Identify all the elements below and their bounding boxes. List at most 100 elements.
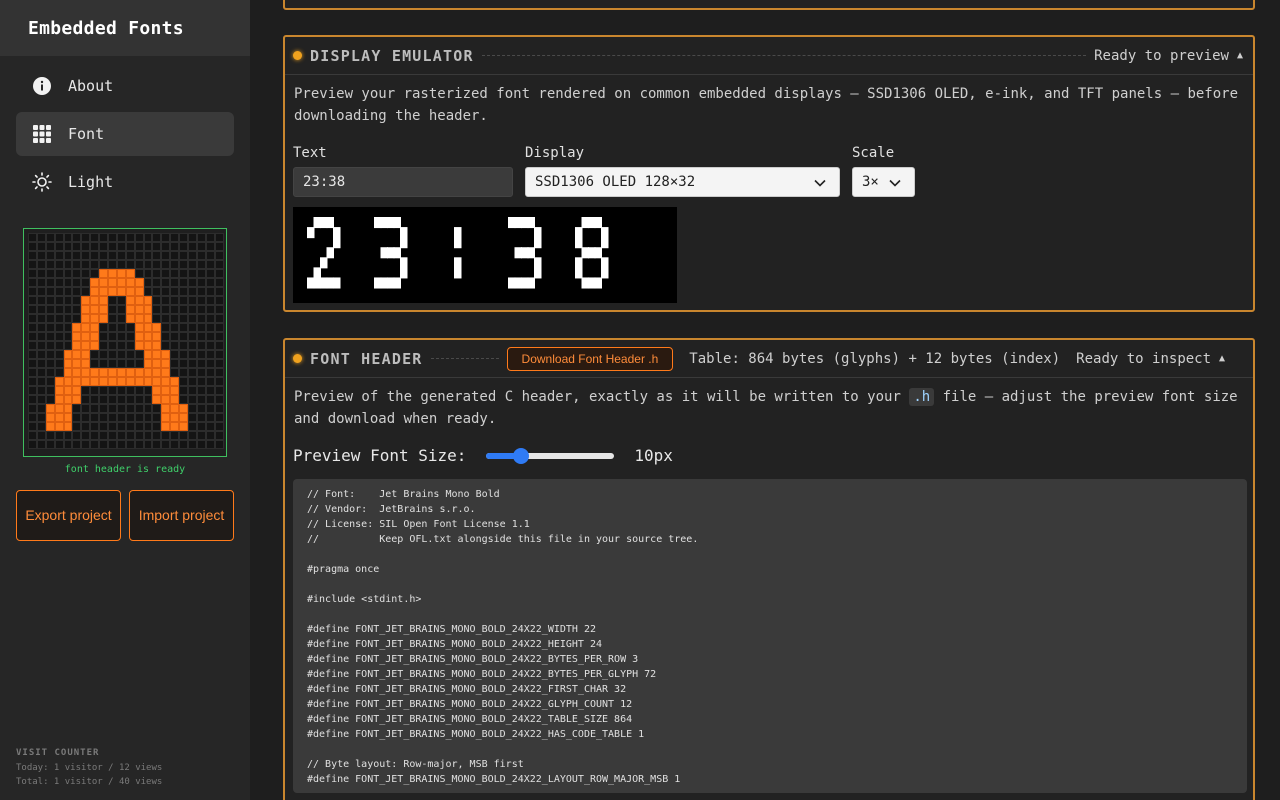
- oled-pixel: [527, 217, 535, 229]
- oled-pixel: [393, 247, 401, 259]
- oled-pixel: [527, 277, 535, 289]
- text-field-label: Text: [293, 145, 327, 161]
- divider: [430, 358, 499, 359]
- oled-pixel: [313, 217, 321, 229]
- oled-pixel: [527, 247, 535, 259]
- oled-pixel: [594, 217, 602, 229]
- oled-pixel: [393, 277, 401, 289]
- preview-font-size-control: Preview Font Size: 10px: [293, 446, 673, 465]
- collapse-caret-icon[interactable]: ▲: [1219, 353, 1225, 364]
- oled-pixel: [508, 277, 516, 289]
- oled-pixel: [575, 227, 583, 239]
- oled-pixel: [588, 217, 596, 229]
- download-header-button[interactable]: Download Font Header .h: [506, 346, 674, 371]
- table-size-info: Table: 864 bytes (glyphs) + 12 bytes (in…: [689, 350, 1061, 367]
- oled-pixel: [575, 267, 583, 279]
- oled-pixel: [534, 237, 542, 249]
- oled-pixel: [581, 247, 589, 259]
- display-select[interactable]: SSD1306 OLED 128×32: [525, 167, 840, 197]
- oled-pixel: [326, 217, 334, 229]
- oled-pixel: [514, 247, 522, 259]
- oled-pixel: [594, 277, 602, 289]
- preview-font-size-label: Preview Font Size:: [293, 446, 467, 465]
- sidebar: Embedded Fonts About Font Light font hea…: [0, 0, 250, 800]
- visit-counter: VISIT COUNTER Today: 1 visitor / 12 view…: [16, 746, 162, 790]
- oled-pixel: [400, 267, 408, 279]
- oled-pixel: [387, 277, 395, 289]
- panel-header[interactable]: DISPLAY EMULATOR Ready to preview ▲: [285, 37, 1253, 75]
- oled-pixel: [387, 247, 395, 259]
- oled-pixel: [581, 277, 589, 289]
- oled-pixel: [320, 277, 328, 289]
- export-project-button[interactable]: Export project: [16, 490, 121, 541]
- sidebar-item-about[interactable]: About: [16, 64, 234, 108]
- chevron-down-icon: [889, 179, 901, 187]
- panel-status: Ready to preview: [1094, 47, 1229, 64]
- visit-counter-today: Today: 1 visitor / 12 views: [16, 762, 163, 773]
- oled-pixel: [575, 257, 583, 269]
- oled-pixel: [380, 217, 388, 229]
- oled-pixel: [508, 217, 516, 229]
- oled-pixel: [454, 237, 462, 249]
- font-header-panel: FONT HEADER Download Font Header .h Tabl…: [283, 338, 1255, 800]
- oled-pixel: [313, 267, 321, 279]
- panel-status: Ready to inspect: [1076, 350, 1212, 367]
- preview-font-size-slider[interactable]: [486, 447, 615, 464]
- oled-pixel: [307, 277, 315, 289]
- oled-pixel: [374, 217, 382, 229]
- text-input[interactable]: 23:38: [293, 167, 513, 197]
- status-dot-icon: [293, 51, 302, 60]
- scale-select[interactable]: 3×: [852, 167, 915, 197]
- display-select-label: Display: [525, 145, 585, 161]
- import-project-button[interactable]: Import project: [129, 490, 234, 541]
- oled-pixel: [514, 277, 522, 289]
- oled-pixel: [521, 247, 529, 259]
- oled-pixel: [601, 267, 609, 279]
- chevron-down-icon: [814, 179, 826, 187]
- visit-counter-heading: VISIT COUNTER: [16, 748, 100, 758]
- oled-pixel: [380, 277, 388, 289]
- oled-pixel: [393, 217, 401, 229]
- oled-pixel: [534, 267, 542, 279]
- oled-pixel: [594, 247, 602, 259]
- oled-pixel: [400, 257, 408, 269]
- oled-pixel: [400, 227, 408, 239]
- oled-pixel: [534, 257, 542, 269]
- panel-description: Preview your rasterized font rendered on…: [294, 86, 1239, 124]
- oled-pixel: [588, 277, 596, 289]
- oled-pixel: [333, 237, 341, 249]
- panel-title: DISPLAY EMULATOR: [310, 46, 474, 65]
- file-extension-code: .h: [909, 388, 935, 406]
- header-code-preview[interactable]: // Font: Jet Brains Mono Bold // Vendor:…: [293, 479, 1247, 793]
- oled-pixel: [601, 227, 609, 239]
- panel-title: FONT HEADER: [310, 349, 423, 368]
- oled-pixel: [588, 247, 596, 259]
- sidebar-item-font[interactable]: Font: [16, 112, 234, 156]
- oled-pixel: [601, 237, 609, 249]
- panel-header[interactable]: FONT HEADER Download Font Header .h Tabl…: [285, 340, 1253, 378]
- oled-display-pixels: [307, 217, 609, 289]
- oled-pixel: [534, 227, 542, 239]
- oled-pixel: [326, 247, 334, 259]
- oled-pixel: [333, 227, 341, 239]
- description-text: Preview of the generated C header, exact…: [294, 389, 901, 405]
- collapse-caret-icon[interactable]: ▲: [1237, 50, 1243, 61]
- glyph-pixel-grid: [28, 233, 224, 449]
- slider-handle[interactable]: [512, 447, 529, 464]
- header-status-message: font header is ready: [64, 464, 186, 475]
- oled-pixel: [387, 217, 395, 229]
- oled-pixel: [320, 217, 328, 229]
- oled-pixel: [400, 237, 408, 249]
- panel-description: Preview of the generated C header, exact…: [285, 378, 1253, 430]
- oled-pixel: [521, 217, 529, 229]
- sidebar-item-light[interactable]: Light: [16, 160, 234, 204]
- scale-select-label: Scale: [852, 145, 895, 161]
- previous-panel: [283, 0, 1255, 10]
- status-dot-icon: [293, 354, 302, 363]
- divider: [481, 55, 1087, 56]
- sun-icon: [32, 172, 52, 192]
- oled-pixel: [454, 267, 462, 279]
- oled-pixel: [581, 217, 589, 229]
- display-emulator-panel: DISPLAY EMULATOR Ready to preview ▲ Prev…: [283, 35, 1255, 312]
- oled-pixel: [514, 217, 522, 229]
